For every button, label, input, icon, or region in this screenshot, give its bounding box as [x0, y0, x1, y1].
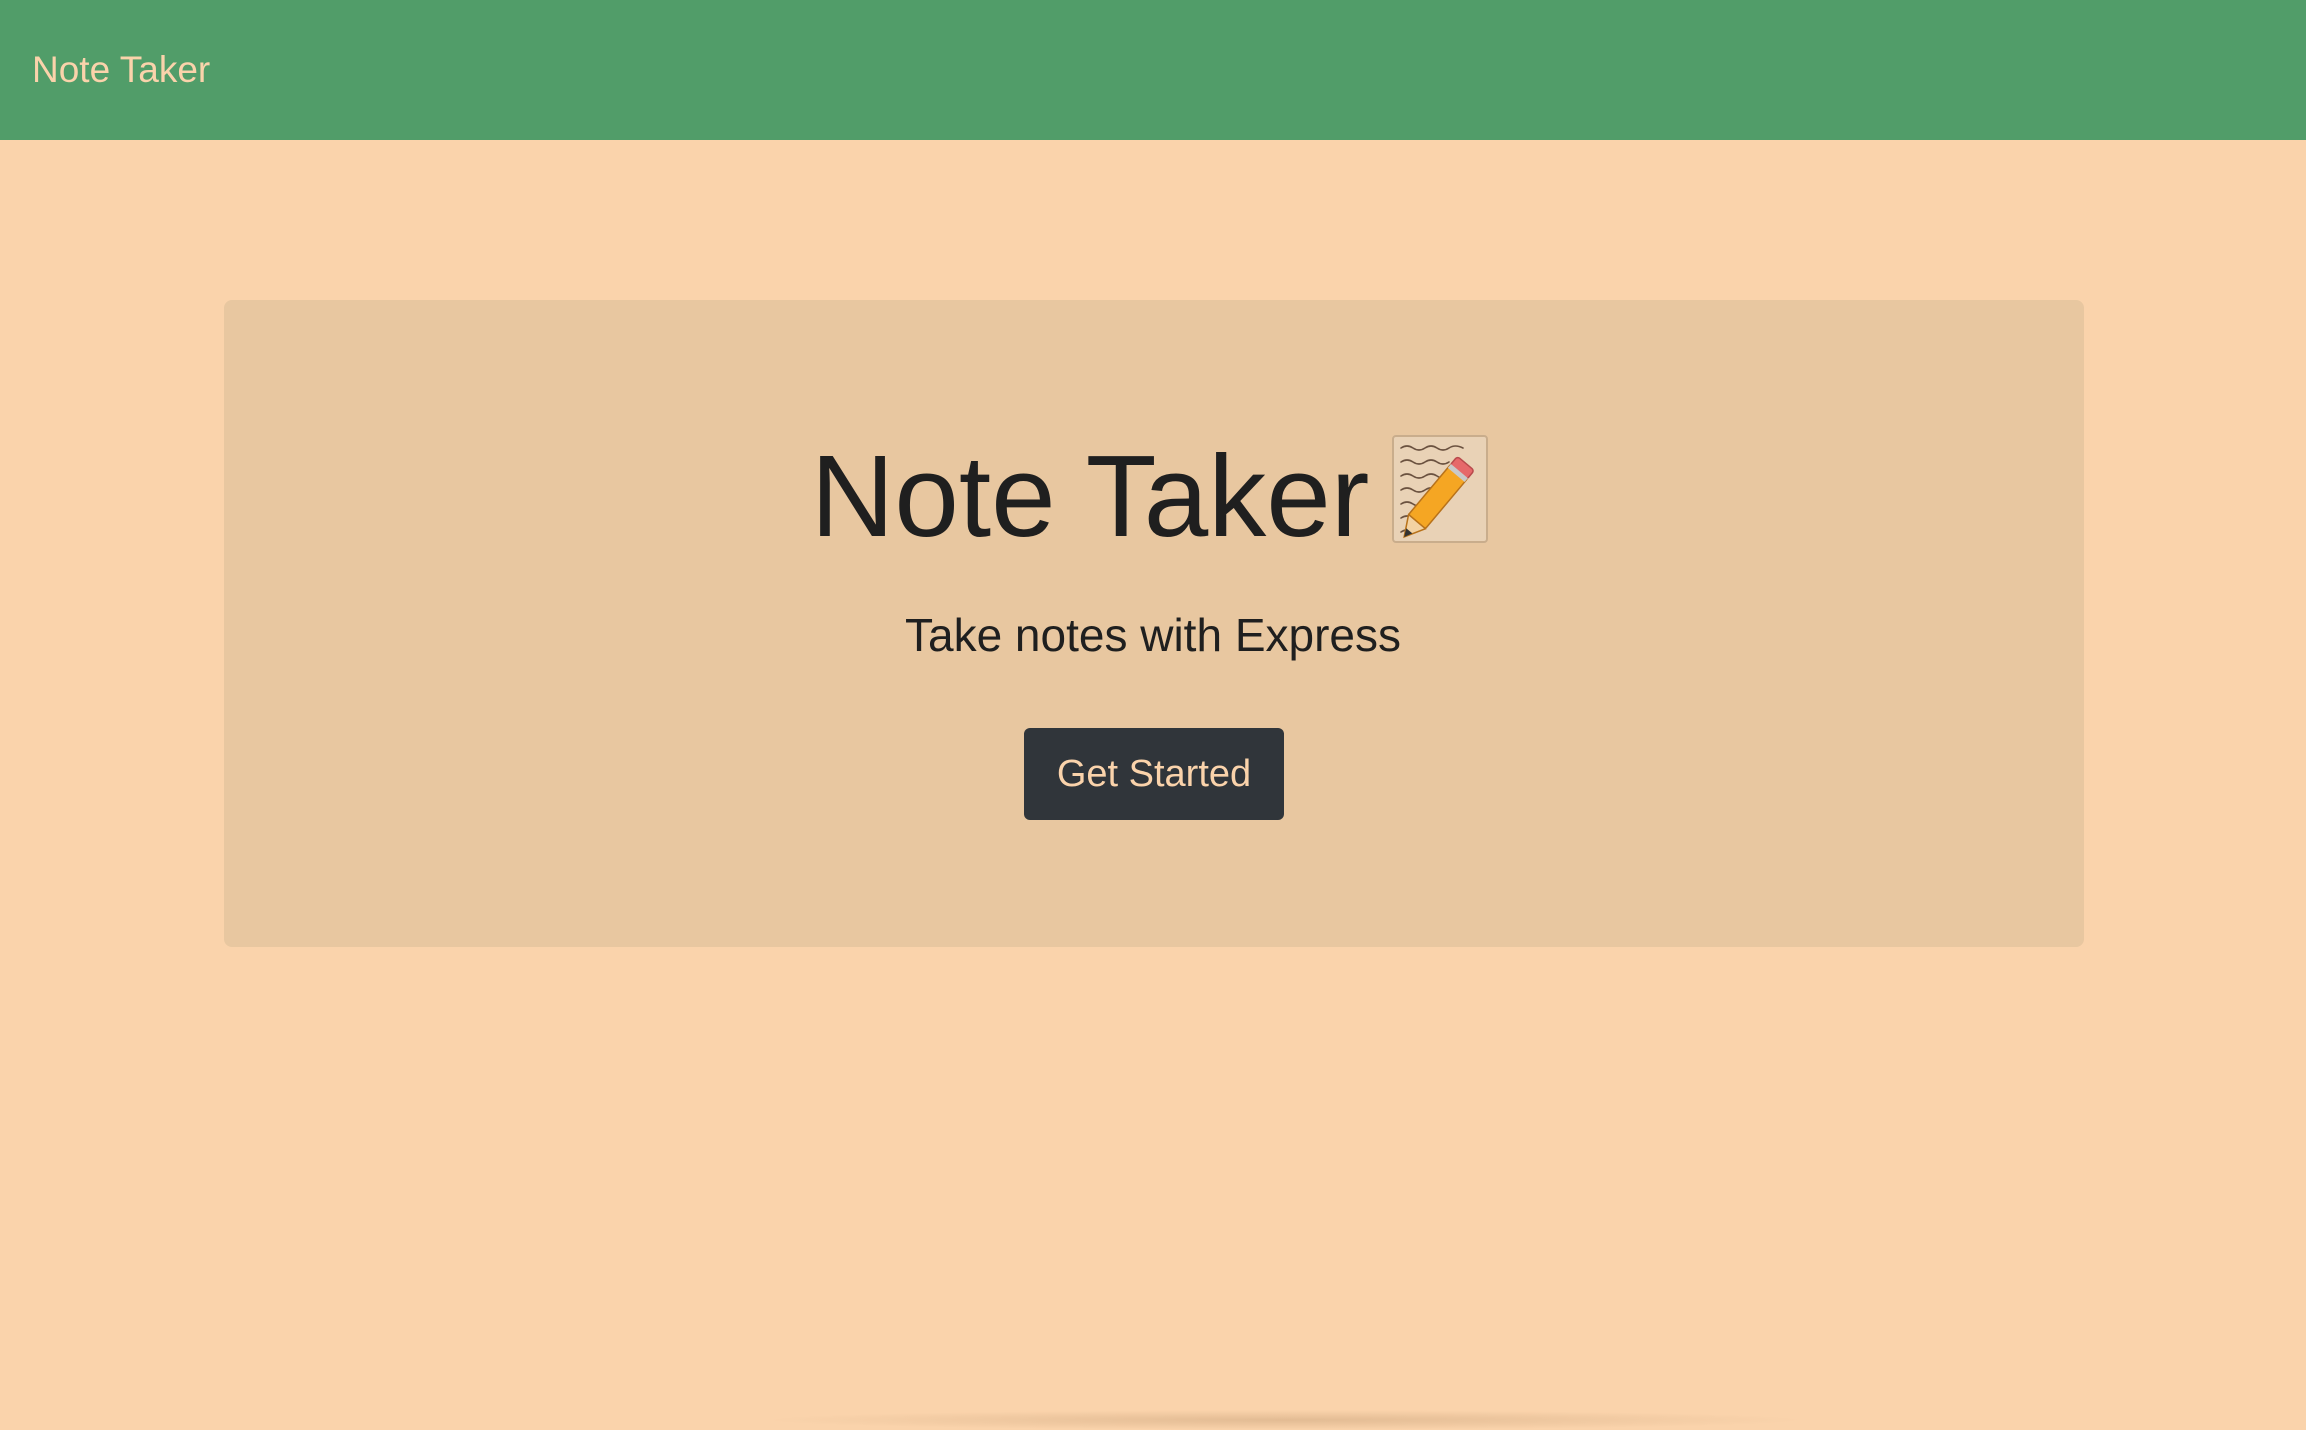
get-started-button[interactable]: Get Started — [1024, 728, 1284, 820]
hero-title: Note Taker — [0, 420, 2306, 563]
hero-subtitle: Take notes with Express — [904, 609, 1401, 661]
navbar-brand-link[interactable]: Note Taker — [32, 49, 210, 91]
hero-title-text: Note Taker — [810, 431, 1370, 562]
memo-icon — [1391, 434, 1495, 546]
top-navbar: Note Taker — [0, 0, 2306, 140]
bottom-shadow — [760, 1410, 1810, 1430]
